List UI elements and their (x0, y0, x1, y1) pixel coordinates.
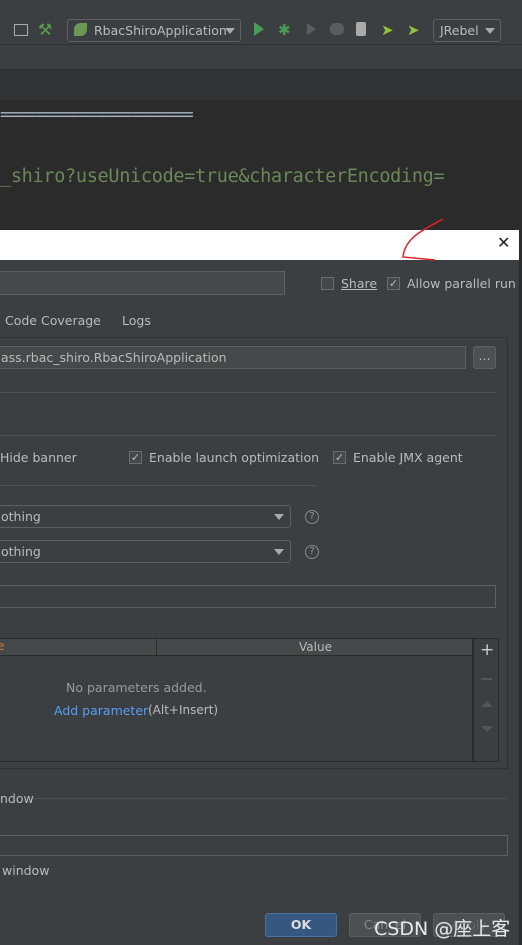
jrebel-run-icon[interactable]: ➤ (381, 21, 394, 39)
run-config-label: RbacShiroApplication (94, 23, 227, 38)
debug-icon[interactable]: ✱ (278, 21, 291, 39)
share-checkbox[interactable] (321, 277, 334, 290)
tab-logs[interactable]: Logs (122, 313, 151, 328)
jrebel-dropdown[interactable]: JRebel (433, 19, 501, 42)
main-class-input[interactable]: ass.rbac_shiro.RbacShiroApplication (0, 346, 466, 369)
annotation-arrow (402, 218, 444, 261)
empty-table-text: No parameters added. (66, 680, 207, 695)
add-parameter-shortcut: (Alt+Insert) (148, 703, 219, 717)
share-label: Share (341, 276, 378, 291)
run-disabled-icon (307, 23, 316, 35)
column-value-header[interactable]: Value (299, 640, 332, 654)
table-toolbar: + (473, 638, 499, 762)
run-config-dropdown[interactable]: RbacShiroApplication (67, 19, 241, 42)
help-icon[interactable]: ? (305, 510, 319, 524)
table-header: e Value (0, 639, 472, 656)
coverage-icon[interactable] (356, 22, 366, 36)
launch-optimization-checkbox[interactable]: ✓ (129, 451, 142, 464)
update-action-value: othing (1, 509, 41, 524)
chevron-down-icon (485, 28, 495, 34)
main-toolbar: ⚒ RbacShiroApplication ✱ ➤ ➤ JRebel (0, 0, 522, 45)
editor-tabs-area (0, 70, 522, 100)
move-down-icon (481, 726, 493, 732)
close-icon[interactable]: ✕ (497, 233, 510, 252)
open-window-label: window (2, 863, 50, 878)
jmx-agent-label: Enable JMX agent (353, 450, 463, 465)
main-class-value: ass.rbac_shiro.RbacShiroApplication (1, 350, 227, 365)
ok-button[interactable]: OK (265, 913, 337, 937)
build-hammer-icon[interactable]: ⚒ (38, 20, 52, 39)
chevron-down-icon (274, 549, 284, 555)
hide-banner-label[interactable]: Hide banner (0, 450, 77, 465)
update-action-dropdown[interactable]: othing (0, 505, 291, 528)
remove-icon (481, 678, 492, 680)
before-launch-list[interactable] (0, 835, 508, 856)
navigation-bar (0, 45, 522, 70)
config-name-input[interactable] (0, 271, 285, 295)
section-title: ndow (0, 791, 34, 806)
attach-icon (330, 23, 344, 35)
watermark: CSDN @座上客 (374, 918, 511, 940)
chevron-down-icon (274, 514, 284, 520)
divider (0, 392, 496, 393)
parameters-table: e Value No parameters added. Add paramet… (0, 638, 473, 762)
run-icon[interactable] (254, 22, 264, 36)
add-icon[interactable]: + (480, 640, 494, 660)
column-name-header[interactable]: e (0, 639, 4, 653)
launch-optimization-label: Enable launch optimization (149, 450, 320, 465)
code-editor[interactable]: ====================== _shiro?useUnicode… (0, 100, 522, 230)
help-icon[interactable]: ? (305, 545, 319, 559)
jrebel-debug-icon[interactable]: ➤ (407, 21, 420, 39)
active-profiles-input[interactable] (0, 585, 496, 608)
jrebel-label: JRebel (440, 23, 479, 38)
parallel-run-checkbox[interactable]: ✓ (387, 277, 400, 290)
terminal-icon[interactable] (14, 24, 28, 36)
code-line: ====================== (0, 105, 194, 125)
jmx-agent-checkbox[interactable]: ✓ (333, 451, 346, 464)
frame-deactivation-dropdown[interactable]: othing (0, 540, 291, 563)
tab-code-coverage[interactable]: Code Coverage (5, 313, 101, 328)
browse-button[interactable]: ... (473, 346, 496, 369)
divider (0, 435, 496, 436)
add-parameter-link[interactable]: Add parameter (54, 703, 148, 718)
frame-deactivation-value: othing (1, 544, 41, 559)
move-up-icon (481, 701, 493, 707)
chevron-down-icon (225, 28, 235, 34)
divider (0, 485, 317, 486)
code-line: _shiro?useUnicode=true&characterEncoding… (0, 166, 445, 187)
spring-icon (74, 23, 87, 36)
parallel-run-label: Allow parallel run (407, 276, 516, 291)
divider (33, 798, 506, 799)
column-divider (156, 639, 157, 656)
